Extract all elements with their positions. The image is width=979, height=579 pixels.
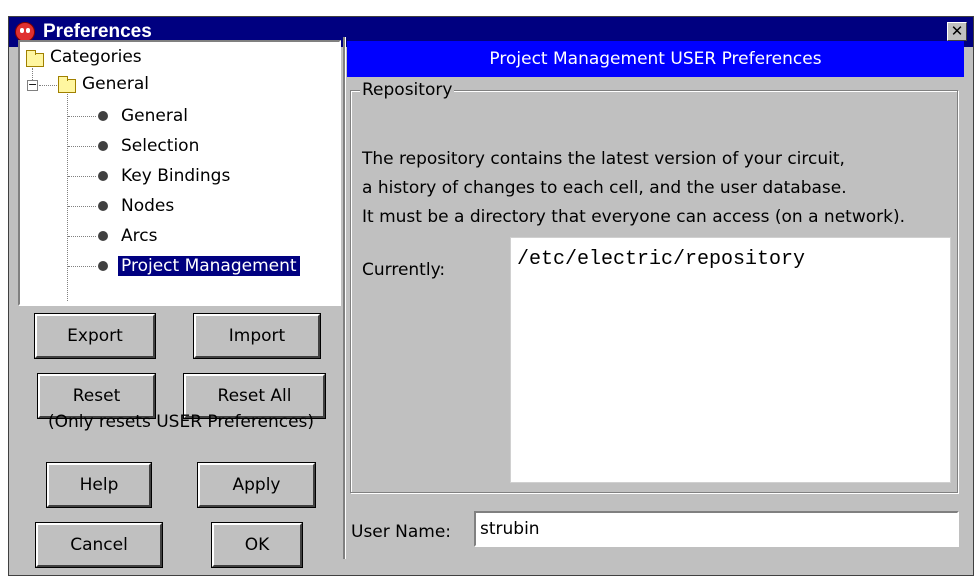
reset-note: (Only resets USER Preferences) xyxy=(47,412,315,432)
leaf-node-icon xyxy=(98,111,108,121)
apply-button[interactable]: Apply xyxy=(197,462,316,508)
tree-item-label: Nodes xyxy=(121,196,175,216)
tree-item-label-selected: Project Management xyxy=(118,256,300,276)
tree-item-nodes[interactable]: Nodes xyxy=(121,192,174,220)
leaf-node-icon xyxy=(98,171,108,181)
app-icon xyxy=(15,22,35,42)
tree-item-arcs[interactable]: Arcs xyxy=(121,222,157,250)
tree-group-label: General xyxy=(82,74,149,94)
leaf-node-icon xyxy=(98,261,108,271)
user-name-input[interactable]: strubin xyxy=(474,511,959,547)
tree-item-key-bindings[interactable]: Key Bindings xyxy=(121,162,230,190)
repository-group-title: Repository xyxy=(360,80,455,100)
tree-item-label: Arcs xyxy=(121,226,158,246)
leaf-node-icon xyxy=(98,231,108,241)
currently-label: Currently: xyxy=(362,260,446,280)
folder-icon xyxy=(58,76,76,93)
splitter[interactable] xyxy=(343,37,346,559)
tree-item-general[interactable]: General xyxy=(121,102,188,130)
tree-group-general[interactable]: General xyxy=(82,70,149,98)
leaf-node-icon xyxy=(98,141,108,151)
description-line: It must be a directory that everyone can… xyxy=(362,207,906,227)
category-tree[interactable]: Categories − General General Selection K… xyxy=(18,40,341,306)
close-button[interactable]: ✕ xyxy=(947,22,967,41)
description-line: a history of changes to each cell, and t… xyxy=(362,178,847,198)
cancel-button[interactable]: Cancel xyxy=(35,522,163,568)
tree-root-label: Categories xyxy=(50,47,142,67)
description-line: The repository contains the latest versi… xyxy=(362,149,845,169)
panel-header: Project Management USER Preferences xyxy=(347,41,964,77)
folder-icon xyxy=(26,50,44,67)
ok-button[interactable]: OK xyxy=(211,522,303,568)
help-button[interactable]: Help xyxy=(46,462,152,508)
collapse-toggle[interactable]: − xyxy=(27,79,38,91)
leaf-node-icon xyxy=(98,201,108,211)
tree-item-label: Selection xyxy=(121,136,200,156)
tree-item-project-management[interactable]: Project Management xyxy=(118,252,300,280)
tree-item-label: General xyxy=(121,106,188,126)
repository-path-display: /etc/electric/repository xyxy=(510,237,951,483)
export-button[interactable]: Export xyxy=(34,313,156,359)
tree-item-label: Key Bindings xyxy=(121,166,231,186)
user-name-label: User Name: xyxy=(351,522,452,542)
import-button[interactable]: Import xyxy=(193,313,321,359)
tree-item-selection[interactable]: Selection xyxy=(121,132,199,160)
tree-root-categories[interactable]: Categories xyxy=(50,43,142,71)
